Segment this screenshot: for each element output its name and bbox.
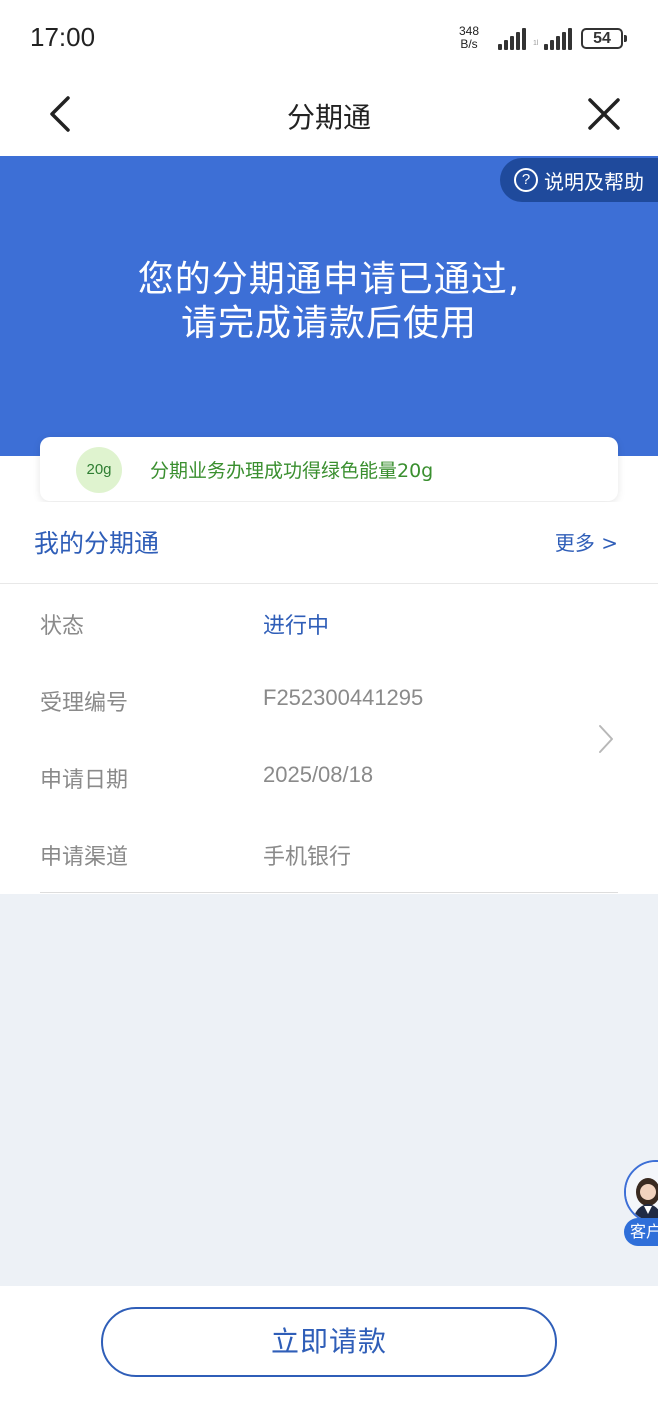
- installment-detail-card[interactable]: 状态 进行中 受理编号 F252300441295 申请日期 2025/08/1…: [0, 584, 658, 894]
- status-value: 进行中: [263, 614, 330, 639]
- page-title: 分期通: [286, 101, 371, 134]
- status-bar: 17:00 348 B/s 1l 54: [0, 0, 658, 78]
- green-energy-badge: 20g: [76, 447, 122, 493]
- detail-label: 受理编号: [40, 691, 129, 716]
- navigation-bar: 分期通: [0, 78, 658, 156]
- green-energy-text: 分期业务办理成功得绿色能量20g: [150, 460, 434, 482]
- close-button[interactable]: [582, 92, 626, 136]
- bottom-action-bar: 立即请款: [0, 1286, 658, 1416]
- divider: [40, 892, 618, 893]
- network-speed-unit: B/s: [460, 37, 478, 51]
- approval-message-line2: 请完成请款后使用: [180, 303, 477, 344]
- detail-label: 申请日期: [40, 768, 129, 793]
- more-link[interactable]: 更多 >: [555, 527, 618, 556]
- signal-secondary-icon: [544, 28, 572, 50]
- green-energy-card[interactable]: 20g 分期业务办理成功得绿色能量20g: [40, 437, 618, 501]
- signal-secondary-marker: 1l: [533, 40, 539, 47]
- detail-row-date: 申请日期 2025/08/18: [40, 762, 600, 802]
- agent-avatar-icon: [626, 1162, 658, 1222]
- channel-value: 手机银行: [263, 844, 352, 869]
- my-installment-header: 我的分期通 更多 >: [0, 502, 658, 584]
- detail-label: 申请渠道: [40, 845, 129, 870]
- request-funds-button[interactable]: 立即请款: [101, 1307, 557, 1377]
- detail-label: 状态: [40, 614, 85, 639]
- customer-service-button[interactable]: 客户: [624, 1160, 658, 1250]
- customer-service-avatar: [624, 1160, 658, 1224]
- close-icon: [588, 98, 620, 130]
- content-background: 客户: [0, 894, 658, 1286]
- date-value: 2025/08/18: [263, 762, 374, 787]
- approval-message: 您的分期通申请已通过, 请完成请款后使用: [0, 258, 658, 346]
- detail-row-status: 状态 进行中: [40, 608, 600, 648]
- approval-banner: ? 说明及帮助 您的分期通申请已通过, 请完成请款后使用: [0, 156, 658, 456]
- signal-icon: [498, 28, 526, 50]
- battery-icon: 54: [581, 28, 623, 49]
- reference-value: F252300441295: [263, 685, 424, 710]
- detail-row-channel: 申请渠道 手机银行: [40, 839, 600, 879]
- question-icon: ?: [514, 168, 538, 192]
- battery-cap: [624, 35, 627, 42]
- detail-row-reference: 受理编号 F252300441295: [40, 685, 600, 725]
- network-speed: 348 B/s: [459, 25, 479, 51]
- section-title: 我的分期通: [34, 529, 160, 558]
- help-label: 说明及帮助: [544, 169, 644, 194]
- customer-service-label: 客户: [624, 1218, 658, 1246]
- help-button[interactable]: ? 说明及帮助: [500, 158, 658, 202]
- status-time: 17:00: [30, 22, 96, 52]
- approval-message-line1: 您的分期通申请已通过,: [137, 259, 521, 300]
- chevron-right-icon: [599, 725, 613, 753]
